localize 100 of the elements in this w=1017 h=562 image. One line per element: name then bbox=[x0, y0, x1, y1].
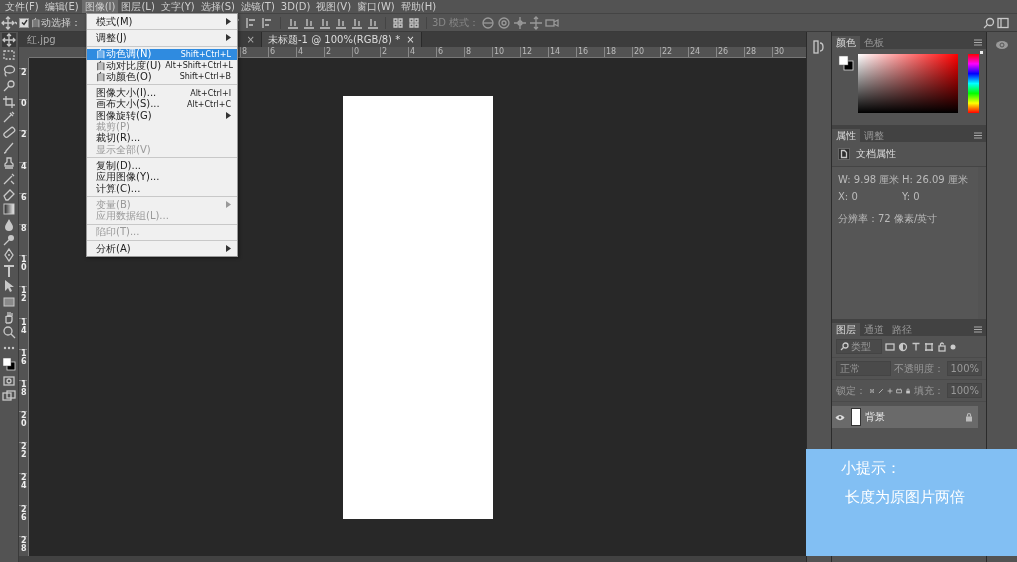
bandage-icon[interactable] bbox=[2, 125, 16, 140]
menu-item[interactable]: 文件(F) bbox=[2, 0, 42, 13]
pen-icon[interactable] bbox=[2, 248, 16, 263]
align-icon[interactable] bbox=[391, 15, 405, 30]
search-icon[interactable] bbox=[983, 16, 995, 29]
opacity-field[interactable]: 100% bbox=[947, 361, 982, 376]
panel-tab[interactable]: 属性 bbox=[832, 129, 860, 142]
ruler-label: 0 bbox=[19, 99, 27, 131]
filter-field[interactable]: 类型 bbox=[836, 339, 882, 354]
crop-icon[interactable] bbox=[2, 94, 16, 109]
close-button[interactable]: × bbox=[406, 34, 415, 45]
cloud-icon[interactable] bbox=[995, 40, 1009, 50]
menu-item[interactable]: 画布大小(S)... Alt+Ctrl+C bbox=[87, 98, 237, 111]
menu-item[interactable]: 图像大小(I)... Alt+Ctrl+I bbox=[87, 87, 237, 99]
panel-menu-icon[interactable] bbox=[974, 39, 982, 46]
roll-icon[interactable] bbox=[497, 15, 512, 30]
lock-all-icon[interactable] bbox=[905, 385, 912, 396]
menu-item[interactable]: 自动对比度(U) Alt+Shift+Ctrl+L bbox=[87, 59, 237, 72]
history-brush-icon[interactable] bbox=[2, 171, 16, 186]
shortcut-text: Alt+Shift+Ctrl+L bbox=[165, 61, 233, 71]
menu-item[interactable]: 图层(L) bbox=[118, 0, 158, 13]
menu-item[interactable]: 模式(M) bbox=[87, 16, 237, 28]
menu-item-label: 裁剪(P) bbox=[96, 120, 130, 133]
eye-icon[interactable] bbox=[835, 413, 845, 421]
filter-toggle-icon[interactable] bbox=[950, 343, 956, 350]
layer-row[interactable]: 背景 bbox=[832, 406, 978, 428]
panel-menu-icon[interactable] bbox=[974, 326, 982, 333]
shape-filter-icon[interactable] bbox=[924, 341, 934, 352]
smart-object-filter-icon[interactable] bbox=[937, 341, 947, 352]
menu-item[interactable]: 图像旋转(G) bbox=[87, 110, 237, 122]
stamp-icon[interactable] bbox=[2, 156, 16, 171]
pointer-icon[interactable] bbox=[2, 279, 16, 294]
tip-title: 小提示： bbox=[841, 459, 902, 478]
color-swatches-icon[interactable] bbox=[2, 356, 16, 373]
ruler-label: 10 bbox=[492, 47, 520, 57]
close-button[interactable]: × bbox=[246, 34, 255, 45]
quick-mask-icon[interactable] bbox=[2, 373, 16, 388]
menu-item[interactable]: 分析(A) bbox=[87, 243, 237, 255]
move-icon[interactable] bbox=[1, 15, 17, 30]
ruler-label: 8 bbox=[464, 47, 492, 57]
slide-icon[interactable] bbox=[529, 15, 544, 30]
panel-menu-icon[interactable] bbox=[974, 132, 982, 139]
document-tab[interactable]: 未标题-1 @ 100%(RGB/8) * × bbox=[262, 32, 422, 47]
image-filter-icon[interactable] bbox=[885, 341, 895, 352]
brush-icon[interactable] bbox=[2, 140, 16, 155]
menu-item[interactable]: 自动颜色(O) Shift+Ctrl+B bbox=[87, 71, 237, 83]
panel-tab[interactable]: 调整 bbox=[860, 129, 888, 142]
hand-icon[interactable] bbox=[2, 310, 16, 325]
workspace-icon[interactable] bbox=[997, 16, 1009, 29]
ruler-label: 18 bbox=[19, 379, 27, 412]
screen-mode-icon[interactable] bbox=[2, 389, 16, 403]
lock-label: 锁定： bbox=[836, 383, 866, 398]
menu-item[interactable]: 图像(I) bbox=[81, 0, 119, 13]
color-swatches-icon[interactable] bbox=[838, 54, 854, 72]
type-icon[interactable] bbox=[2, 263, 16, 278]
fill-field[interactable]: 100% bbox=[947, 383, 982, 398]
auto-select-checkbox[interactable] bbox=[19, 17, 29, 28]
menu-item[interactable]: 文字(Y) bbox=[157, 0, 198, 13]
panel-tab[interactable]: 路径 bbox=[888, 323, 916, 336]
color-field[interactable] bbox=[858, 54, 958, 113]
zoom-icon[interactable] bbox=[2, 325, 16, 340]
drop-icon[interactable] bbox=[2, 217, 16, 232]
adjustment-filter-icon[interactable] bbox=[898, 341, 908, 352]
panel-tab[interactable]: 颜色 bbox=[832, 36, 860, 49]
gradient-icon[interactable] bbox=[2, 202, 16, 217]
ruler-label: 16 bbox=[19, 348, 27, 380]
menu-item-label: 陷印(T)... bbox=[96, 225, 141, 240]
panel-tab[interactable]: 通道 bbox=[860, 323, 888, 336]
dodge-icon[interactable] bbox=[2, 233, 16, 248]
menu-item[interactable]: 编辑(E) bbox=[41, 0, 82, 13]
menu-item[interactable]: 3D(D) bbox=[277, 0, 314, 13]
menu-item-label: 调整(J) bbox=[96, 30, 128, 45]
ruler-label: 22 bbox=[660, 47, 688, 57]
type-filter-icon[interactable] bbox=[911, 341, 921, 352]
marquee-icon[interactable] bbox=[2, 48, 16, 63]
menu-item[interactable]: 视图(V) bbox=[313, 0, 355, 13]
align-icon[interactable] bbox=[407, 15, 421, 30]
drag-icon[interactable] bbox=[513, 15, 528, 30]
orbit-icon[interactable] bbox=[481, 15, 496, 30]
menu-item[interactable]: 裁切(R)... bbox=[87, 132, 237, 144]
menu-item[interactable]: 窗口(W) bbox=[354, 0, 398, 13]
menu-item[interactable]: 帮助(H) bbox=[397, 0, 440, 13]
rectangle-icon[interactable] bbox=[2, 294, 16, 309]
menu-item[interactable]: 选择(S) bbox=[197, 0, 238, 13]
hue-marker[interactable] bbox=[980, 51, 983, 54]
menu-item[interactable]: 复制(D)... bbox=[87, 160, 237, 172]
move-icon[interactable] bbox=[2, 33, 16, 47]
panel-tab[interactable]: 色板 bbox=[860, 36, 888, 49]
quick-select-icon[interactable] bbox=[2, 79, 16, 94]
blend-mode-dropdown[interactable]: 正常 bbox=[836, 361, 892, 376]
panel-tab[interactable]: 图层 bbox=[832, 323, 860, 336]
menu-item[interactable]: 自动色调(N) Shift+Ctrl+L bbox=[87, 48, 237, 60]
eyedropper-icon[interactable] bbox=[2, 109, 16, 124]
history-icon[interactable] bbox=[813, 40, 825, 54]
menu-item[interactable]: 计算(C)... bbox=[87, 182, 237, 195]
menu-item[interactable]: 滤镜(T) bbox=[237, 0, 278, 13]
lasso-icon[interactable] bbox=[2, 63, 16, 78]
document-icon bbox=[838, 148, 850, 160]
menu-item[interactable]: 调整(J) bbox=[87, 32, 237, 44]
menu-item[interactable]: 应用图像(Y)... bbox=[87, 171, 237, 183]
